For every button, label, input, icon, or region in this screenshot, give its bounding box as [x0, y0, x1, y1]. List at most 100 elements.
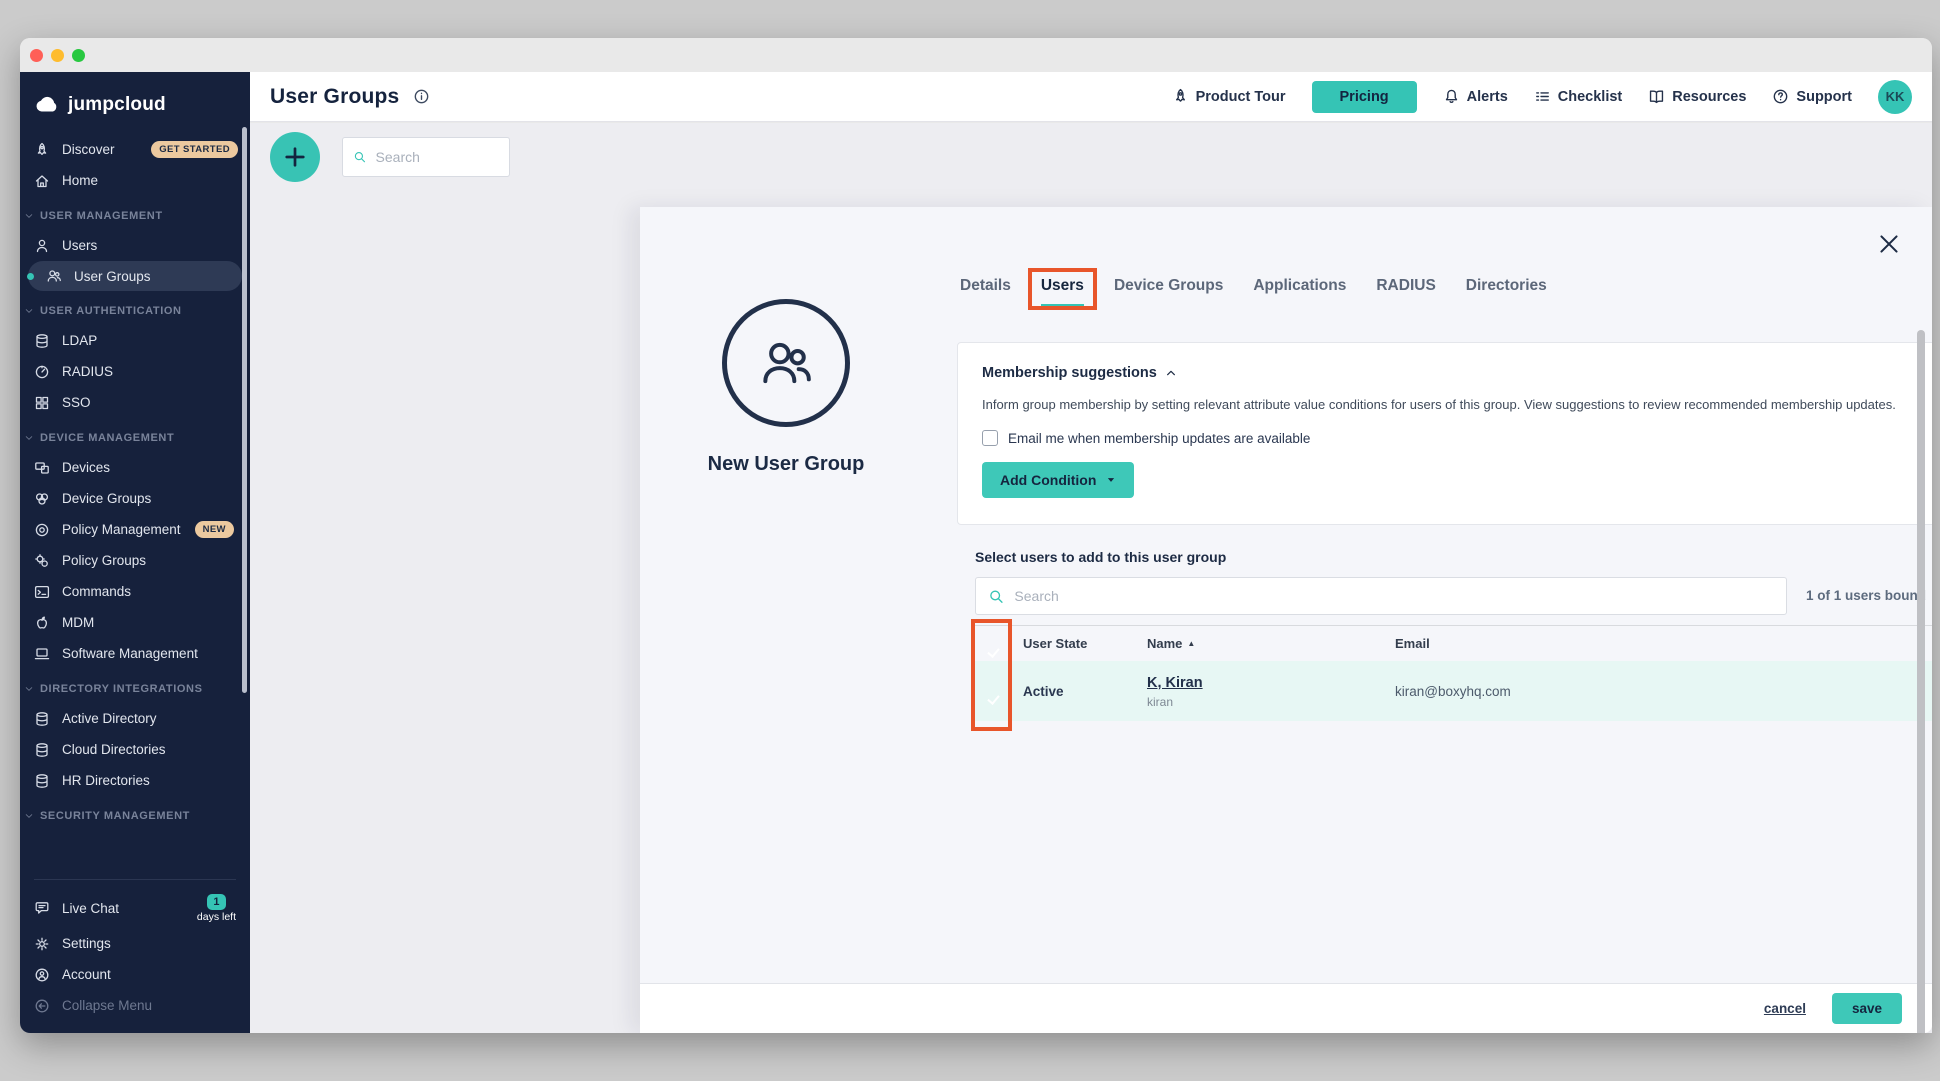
section-header-label: USER MANAGEMENT [40, 210, 163, 222]
resources-link[interactable]: Resources [1648, 88, 1746, 105]
users-search-box[interactable] [975, 577, 1787, 615]
add-condition-label: Add Condition [1000, 472, 1096, 488]
trial-days-left: 1 days left [197, 893, 236, 923]
user-name-link[interactable]: K, Kiran [1147, 675, 1203, 691]
close-panel-button[interactable] [1878, 233, 1900, 255]
sidebar-item-label: SSO [62, 395, 91, 410]
info-icon[interactable] [413, 88, 430, 105]
days-left-caption: days left [197, 911, 236, 923]
sidebar-item-active-directory[interactable]: Active Directory [20, 703, 250, 734]
zoom-window-button[interactable] [72, 49, 85, 62]
section-user-authentication[interactable]: USER AUTHENTICATION [20, 291, 250, 325]
tab-applications[interactable]: Applications [1253, 277, 1346, 307]
save-button[interactable]: save [1832, 993, 1902, 1024]
users-table-header: User State Name▲ Email [975, 625, 1932, 661]
sidebar-item-cloud-directories[interactable]: Cloud Directories [20, 734, 250, 765]
section-device-management[interactable]: DEVICE MANAGEMENT [20, 418, 250, 452]
membership-suggestions-card: Membership suggestions Inform group memb… [957, 342, 1932, 525]
product-tour-link[interactable]: Product Tour [1172, 88, 1286, 105]
tab-details[interactable]: Details [960, 277, 1011, 307]
sidebar-item-discover[interactable]: Discover GET STARTED [20, 134, 250, 165]
sidebar-item-live-chat[interactable]: Live Chat 1 days left [20, 888, 250, 928]
column-name-sortable[interactable]: Name▲ [1147, 636, 1395, 651]
tab-users[interactable]: Users [1041, 277, 1084, 307]
email-updates-label: Email me when membership updates are ava… [1008, 431, 1310, 446]
column-user-state[interactable]: User State [1023, 636, 1147, 651]
sidebar-item-label: Collapse Menu [62, 998, 152, 1013]
sidebar-item-devices[interactable]: Devices [20, 452, 250, 483]
sidebar-item-label: Policy Groups [62, 553, 146, 568]
get-started-badge: GET STARTED [151, 141, 238, 158]
email-updates-checkbox[interactable] [982, 430, 998, 446]
sidebar-item-commands[interactable]: Commands [20, 576, 250, 607]
column-email[interactable]: Email [1395, 636, 1932, 651]
sidebar-item-home[interactable]: Home [20, 165, 250, 196]
sidebar-item-device-groups[interactable]: Device Groups [20, 483, 250, 514]
panel-scrollbar[interactable] [1917, 330, 1925, 1033]
select-users-heading: Select users to add to this user group [975, 549, 1226, 565]
membership-suggestions-toggle[interactable]: Membership suggestions [982, 365, 1932, 381]
devices-icon [34, 460, 50, 476]
sidebar-item-user-groups[interactable]: User Groups [28, 261, 242, 291]
support-link[interactable]: Support [1772, 88, 1852, 105]
tab-radius[interactable]: RADIUS [1376, 277, 1435, 307]
search-icon [988, 588, 1004, 605]
minimize-window-button[interactable] [51, 49, 64, 62]
sidebar-item-policy-management[interactable]: Policy Management NEW [20, 514, 250, 545]
days-left-badge: 1 [207, 894, 225, 910]
gauge-icon [34, 364, 50, 380]
checklist-label: Checklist [1558, 89, 1622, 105]
tab-users-label: Users [1041, 277, 1084, 294]
sidebar-scrollbar[interactable] [242, 127, 247, 693]
rocket-icon [1172, 88, 1189, 105]
close-window-button[interactable] [30, 49, 43, 62]
add-condition-button[interactable]: Add Condition [982, 462, 1134, 498]
alerts-link[interactable]: Alerts [1443, 88, 1508, 105]
sidebar-item-software-management[interactable]: Software Management [20, 638, 250, 669]
window-titlebar [20, 38, 1932, 72]
tab-directories[interactable]: Directories [1466, 277, 1547, 307]
sidebar-item-label: Settings [62, 936, 111, 951]
section-user-management[interactable]: USER MANAGEMENT [20, 196, 250, 230]
sidebar-item-collapse-menu[interactable]: Collapse Menu [20, 990, 250, 1021]
user-groups-icon [757, 334, 815, 392]
cancel-link[interactable]: cancel [1764, 1001, 1806, 1016]
page-search-input[interactable] [376, 149, 499, 165]
page-search-box[interactable] [342, 137, 510, 177]
apple-icon [34, 615, 50, 631]
user-groups-icon [46, 268, 62, 284]
section-header-label: DEVICE MANAGEMENT [40, 432, 174, 444]
product-tour-label: Product Tour [1196, 89, 1286, 105]
sidebar-item-policy-groups[interactable]: Policy Groups [20, 545, 250, 576]
sidebar-footer: Live Chat 1 days left Settings Account C… [20, 867, 250, 1021]
window-controls [30, 49, 85, 62]
sidebar-item-radius[interactable]: RADIUS [20, 356, 250, 387]
users-search-input[interactable] [1014, 588, 1774, 604]
book-icon [1648, 88, 1665, 105]
bell-icon [1443, 88, 1460, 105]
section-directory-integrations[interactable]: DIRECTORY INTEGRATIONS [20, 669, 250, 703]
user-avatar[interactable]: KK [1878, 80, 1912, 114]
table-row[interactable]: Active K, Kiran kiran kiran@boxyhq.com [975, 661, 1932, 721]
email-updates-option[interactable]: Email me when membership updates are ava… [982, 430, 1932, 446]
sidebar-item-settings[interactable]: Settings [20, 928, 250, 959]
sidebar-item-sso[interactable]: SSO [20, 387, 250, 418]
section-security-management[interactable]: SECURITY MANAGEMENT [20, 796, 250, 830]
sidebar-item-label: Device Groups [62, 491, 151, 506]
section-header-label: SECURITY MANAGEMENT [40, 810, 190, 822]
sidebar-item-mdm[interactable]: MDM [20, 607, 250, 638]
sidebar-item-hr-directories[interactable]: HR Directories [20, 765, 250, 796]
sidebar-item-account[interactable]: Account [20, 959, 250, 990]
checklist-link[interactable]: Checklist [1534, 88, 1622, 105]
jumpcloud-logo[interactable]: jumpcloud [20, 72, 250, 134]
sidebar-item-users[interactable]: Users [20, 230, 250, 261]
sidebar-item-ldap[interactable]: LDAP [20, 325, 250, 356]
logo-text: jumpcloud [68, 94, 166, 116]
chat-icon [34, 900, 50, 916]
tab-device-groups[interactable]: Device Groups [1114, 277, 1223, 307]
database-icon [34, 333, 50, 349]
page-title: User Groups [270, 85, 399, 109]
grid-icon [34, 395, 50, 411]
add-user-group-button[interactable] [270, 132, 320, 182]
pricing-button[interactable]: Pricing [1312, 81, 1417, 113]
